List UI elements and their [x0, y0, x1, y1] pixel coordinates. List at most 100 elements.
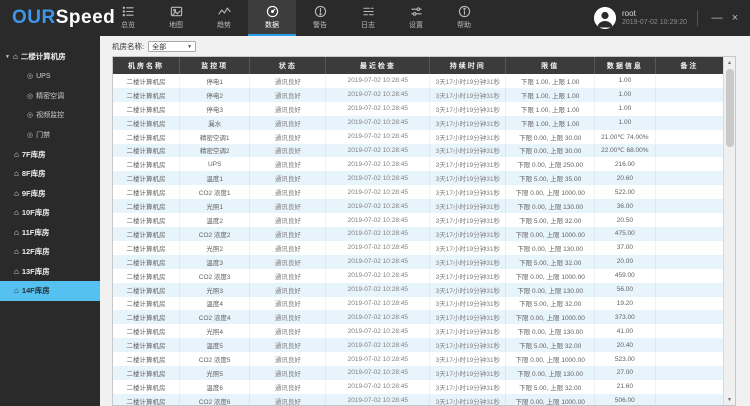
- cell-remark: [656, 338, 723, 352]
- cell-checked: 2019-07-02 10:28:45: [326, 171, 430, 185]
- table-row[interactable]: 二楼计算机房停电1通讯良好2019-07-02 10:28:453天17小时19…: [113, 74, 723, 88]
- table-row[interactable]: 二楼计算机房停电3通讯良好2019-07-02 10:28:453天17小时19…: [113, 102, 723, 116]
- sidebar-subitem-ups[interactable]: ◎UPS: [0, 67, 100, 87]
- cell-duration: 3天17小时19分钟31秒: [430, 102, 506, 116]
- cell-status: 通讯良好: [250, 269, 326, 283]
- sidebar-item-store-9f[interactable]: ⌂9F库房: [0, 184, 100, 204]
- table-row[interactable]: 二楼计算机房温度6通讯良好2019-07-02 10:28:453天17小时19…: [113, 380, 723, 394]
- minimize-button[interactable]: —: [708, 0, 726, 36]
- cell-duration: 3天17小时19分钟31秒: [430, 366, 506, 380]
- table-row[interactable]: 二楼计算机房CO2 浓度6通讯良好2019-07-02 10:28:453天17…: [113, 394, 723, 405]
- table-row[interactable]: 二楼计算机房温度1通讯良好2019-07-02 10:28:453天17小时19…: [113, 171, 723, 185]
- table-scrollbar[interactable]: ▲ ▼: [723, 57, 735, 405]
- target-icon: ◎: [27, 72, 33, 80]
- table-row[interactable]: 二楼计算机房光照4通讯良好2019-07-02 10:28:453天17小时19…: [113, 324, 723, 338]
- cell-limit: 下限 0.00, 上限 1000.00: [506, 352, 594, 366]
- nav-item-log[interactable]: 日志: [344, 0, 392, 36]
- column-header-5[interactable]: 限值: [506, 57, 594, 74]
- nav-item-alert[interactable]: 警告: [296, 0, 344, 36]
- table-row[interactable]: 二楼计算机房CO2 浓度2通讯良好2019-07-02 10:28:453天17…: [113, 227, 723, 241]
- table-row[interactable]: 二楼计算机房温度2通讯良好2019-07-02 10:28:453天17小时19…: [113, 213, 723, 227]
- table-row[interactable]: 二楼计算机房CO2 浓度3通讯良好2019-07-02 10:28:453天17…: [113, 269, 723, 283]
- nav-item-overview[interactable]: 总览: [104, 0, 152, 36]
- cell-checked: 2019-07-02 10:28:45: [326, 88, 430, 102]
- nav-item-trend[interactable]: 趋势: [200, 0, 248, 36]
- column-header-1[interactable]: 监控项: [180, 57, 250, 74]
- table-row[interactable]: 二楼计算机房精密空调2通讯良好2019-07-02 10:28:453天17小时…: [113, 144, 723, 158]
- column-header-7[interactable]: 备注: [656, 57, 723, 74]
- cell-limit: 下限 0.00, 上限 130.00: [506, 324, 594, 338]
- table-row[interactable]: 二楼计算机房光照1通讯良好2019-07-02 10:28:453天17小时19…: [113, 199, 723, 213]
- sidebar-item-store-10f[interactable]: ⌂10F库房: [0, 203, 100, 223]
- sidebar-item-store-11f[interactable]: ⌂11F库房: [0, 223, 100, 243]
- table-row[interactable]: 二楼计算机房CO2 浓度5通讯良好2019-07-02 10:28:453天17…: [113, 352, 723, 366]
- cell-item: 光照4: [180, 324, 250, 338]
- sidebar-item-store-8f[interactable]: ⌂8F库房: [0, 164, 100, 184]
- column-header-4[interactable]: 持续时间: [430, 57, 506, 74]
- nav-item-help[interactable]: 帮助: [440, 0, 488, 36]
- cell-status: 通讯良好: [250, 241, 326, 255]
- nav-item-map[interactable]: 地图: [152, 0, 200, 36]
- cell-duration: 3天17小时19分钟31秒: [430, 352, 506, 366]
- nav-item-settings[interactable]: 设置: [392, 0, 440, 36]
- scroll-up-icon[interactable]: ▲: [724, 57, 735, 68]
- table-row[interactable]: 二楼计算机房温度4通讯良好2019-07-02 10:28:453天17小时19…: [113, 297, 723, 311]
- table-row[interactable]: 二楼计算机房光照3通讯良好2019-07-02 10:28:453天17小时19…: [113, 283, 723, 297]
- table-row[interactable]: 二楼计算机房精密空调1通讯良好2019-07-02 10:28:453天17小时…: [113, 130, 723, 144]
- cell-value: 522.00: [595, 185, 656, 199]
- cell-checked: 2019-07-02 10:28:45: [326, 394, 430, 405]
- sidebar-subitem-label: UPS: [36, 73, 50, 80]
- cell-duration: 3天17小时19分钟31秒: [430, 338, 506, 352]
- sidebar-item-store-14f[interactable]: ⌂14F库房: [0, 281, 100, 301]
- cell-checked: 2019-07-02 10:28:45: [326, 366, 430, 380]
- table-body: 二楼计算机房停电1通讯良好2019-07-02 10:28:453天17小时19…: [113, 74, 723, 405]
- cell-status: 通讯良好: [250, 283, 326, 297]
- cell-value: 1.00: [595, 74, 656, 88]
- avatar[interactable]: [594, 7, 616, 29]
- table-row[interactable]: 二楼计算机房CO2 浓度1通讯良好2019-07-02 10:28:453天17…: [113, 185, 723, 199]
- main-nav: 总览地图趋势数据警告日志设置帮助: [104, 0, 488, 36]
- scrollbar-thumb[interactable]: [726, 69, 734, 147]
- cell-value: 506.00: [595, 394, 656, 405]
- nav-item-data[interactable]: 数据: [248, 0, 296, 36]
- table-row[interactable]: 二楼计算机房光照2通讯良好2019-07-02 10:28:453天17小时19…: [113, 241, 723, 255]
- close-button[interactable]: ×: [726, 0, 744, 36]
- nav-item-label: 帮助: [457, 20, 471, 30]
- app-logo: OURSpeed: [0, 0, 104, 36]
- scroll-down-icon[interactable]: ▼: [724, 394, 735, 405]
- house-icon: ⌂: [14, 169, 19, 178]
- target-icon: ◎: [27, 131, 33, 139]
- sidebar-subitem-precision-ac[interactable]: ◎精密空调: [0, 86, 100, 106]
- cell-limit: 下限 0.00, 上限 130.00: [506, 366, 594, 380]
- cell-status: 通讯良好: [250, 199, 326, 213]
- table-row[interactable]: 二楼计算机房CO2 浓度4通讯良好2019-07-02 10:28:453天17…: [113, 310, 723, 324]
- cell-status: 通讯良好: [250, 88, 326, 102]
- sidebar-item-computer-room-2f[interactable]: ▼⌂二楼计算机房: [0, 47, 100, 67]
- cell-checked: 2019-07-02 10:28:45: [326, 380, 430, 394]
- table-row[interactable]: 二楼计算机房UPS通讯良好2019-07-02 10:28:453天17小时19…: [113, 157, 723, 171]
- sidebar-item-store-12f[interactable]: ⌂12F库房: [0, 242, 100, 262]
- cell-value: 21.60: [595, 380, 656, 394]
- sidebar-subitem-video-monitor[interactable]: ◎视频监控: [0, 106, 100, 126]
- column-header-0[interactable]: 机房名称: [113, 57, 180, 74]
- monitor-table-area: 机房名称监控项状态最近检查持续时间限值数据信息备注 二楼计算机房停电1通讯良好2…: [112, 56, 736, 406]
- house-icon: ⌂: [14, 189, 19, 198]
- titlebar: OURSpeed 总览地图趋势数据警告日志设置帮助 root 2019-07-0…: [0, 0, 750, 36]
- table-row[interactable]: 二楼计算机房停电2通讯良好2019-07-02 10:28:453天17小时19…: [113, 88, 723, 102]
- column-header-2[interactable]: 状态: [250, 57, 326, 74]
- sidebar-item-store-7f[interactable]: ⌂7F库房: [0, 145, 100, 165]
- table-row[interactable]: 二楼计算机房温度3通讯良好2019-07-02 10:28:453天17小时19…: [113, 255, 723, 269]
- cell-remark: [656, 88, 723, 102]
- table-row[interactable]: 二楼计算机房光照5通讯良好2019-07-02 10:28:453天17小时19…: [113, 366, 723, 380]
- cell-room: 二楼计算机房: [113, 310, 180, 324]
- cell-item: CO2 浓度4: [180, 310, 250, 324]
- sidebar-item-store-13f[interactable]: ⌂13F库房: [0, 262, 100, 282]
- sidebar-item-label: 14F库房: [22, 285, 50, 296]
- sidebar-subitem-door-access[interactable]: ◎门禁: [0, 125, 100, 145]
- column-header-3[interactable]: 最近检查: [326, 57, 430, 74]
- room-filter-select[interactable]: 全部 ▼: [148, 41, 196, 52]
- table-row[interactable]: 二楼计算机房漏水通讯良好2019-07-02 10:28:453天17小时19分…: [113, 116, 723, 130]
- app-body: ▼⌂二楼计算机房◎UPS◎精密空调◎视频监控◎门禁⌂7F库房⌂8F库房⌂9F库房…: [0, 36, 750, 406]
- table-row[interactable]: 二楼计算机房温度5通讯良好2019-07-02 10:28:453天17小时19…: [113, 338, 723, 352]
- column-header-6[interactable]: 数据信息: [595, 57, 656, 74]
